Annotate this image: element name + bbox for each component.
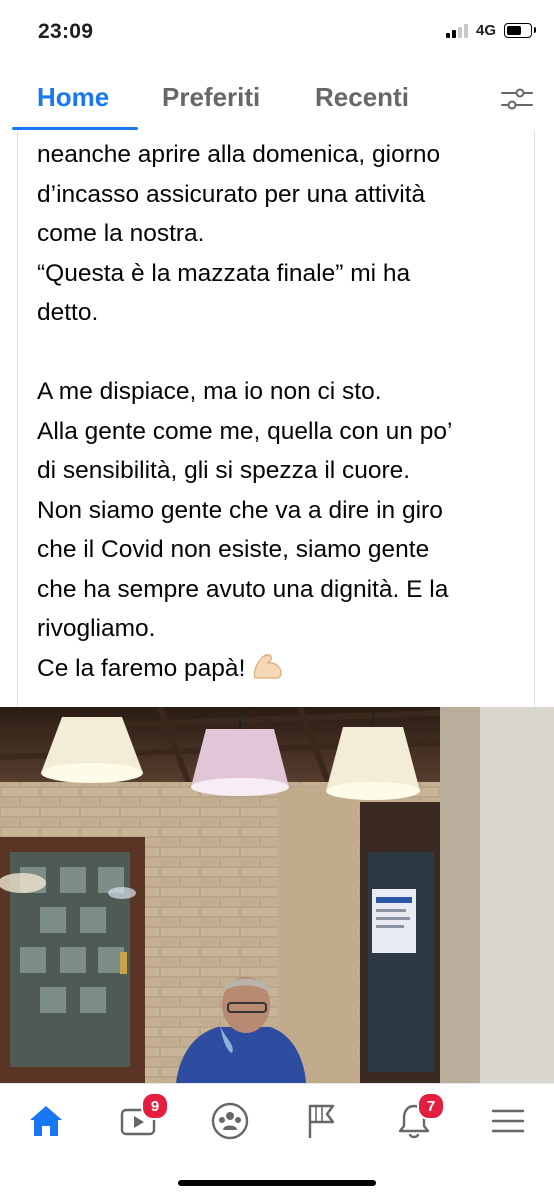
flexed-biceps-emoji	[254, 653, 282, 679]
nav-menu-button[interactable]	[478, 1096, 538, 1146]
battery-icon	[504, 23, 536, 38]
pages-flag-icon	[308, 1104, 335, 1138]
post-line: A me dispiace, ma io non ci sto.	[37, 378, 382, 405]
post-line: Alla gente come me, quella con un po’	[37, 417, 453, 445]
post-card: neanche aprire alla domenica, giorno d’i…	[17, 131, 535, 707]
restaurant-photo	[0, 707, 554, 1083]
nav-pages-button[interactable]	[292, 1096, 352, 1146]
post-line: “Questa è la mazzata finale” mi ha	[37, 259, 411, 287]
groups-icon	[211, 1102, 249, 1140]
nav-home-button[interactable]	[16, 1096, 76, 1146]
home-icon	[30, 1106, 62, 1136]
post-line: detto.	[37, 299, 99, 326]
post-line: rivogliamo.	[37, 615, 156, 642]
video-badge: 9	[141, 1092, 169, 1120]
status-time: 23:09	[38, 20, 94, 43]
status-bar: 23:09 4G	[0, 0, 554, 68]
feed-tabs: Home Preferiti Recenti	[0, 68, 554, 130]
post-line: d’incasso assicurato per una attività	[37, 180, 426, 208]
post-line: Ce la faremo papà!	[37, 654, 246, 682]
post-line-last: Ce la faremo papà!	[37, 649, 527, 689]
post-line: neanche aprire alla domenica, giorno	[37, 141, 441, 168]
notifications-badge: 7	[417, 1092, 445, 1120]
nav-groups-button[interactable]	[200, 1096, 260, 1146]
menu-icon	[491, 1109, 525, 1133]
post-photo[interactable]	[0, 707, 554, 1083]
filter-button[interactable]	[500, 86, 534, 112]
nav-notifications-button[interactable]: 7	[384, 1092, 445, 1146]
nav-video-button[interactable]: 9	[108, 1092, 169, 1146]
post-line: come la nostra.	[37, 220, 205, 247]
tab-recenti[interactable]: Recenti	[315, 82, 409, 113]
tab-home[interactable]: Home	[37, 82, 109, 113]
sliders-icon	[501, 88, 533, 110]
home-indicator	[178, 1180, 376, 1186]
signal-icon	[445, 23, 468, 38]
tab-preferiti[interactable]: Preferiti	[162, 82, 260, 113]
post-line: che il Covid non esiste, siamo gente	[37, 536, 430, 563]
post-text: neanche aprire alla domenica, giorno d’i…	[37, 135, 527, 688]
battery-level	[507, 26, 521, 35]
post-line: che ha sempre avuto una dignità. E la	[37, 575, 449, 603]
active-tab-indicator	[12, 127, 138, 130]
post-line: di sensibilità, gli si spezza il cuore.	[37, 457, 411, 484]
network-type: 4G	[475, 22, 496, 39]
status-indicators: 4G	[445, 22, 536, 39]
post-line: Non siamo gente che va a dire in giro	[37, 496, 443, 524]
